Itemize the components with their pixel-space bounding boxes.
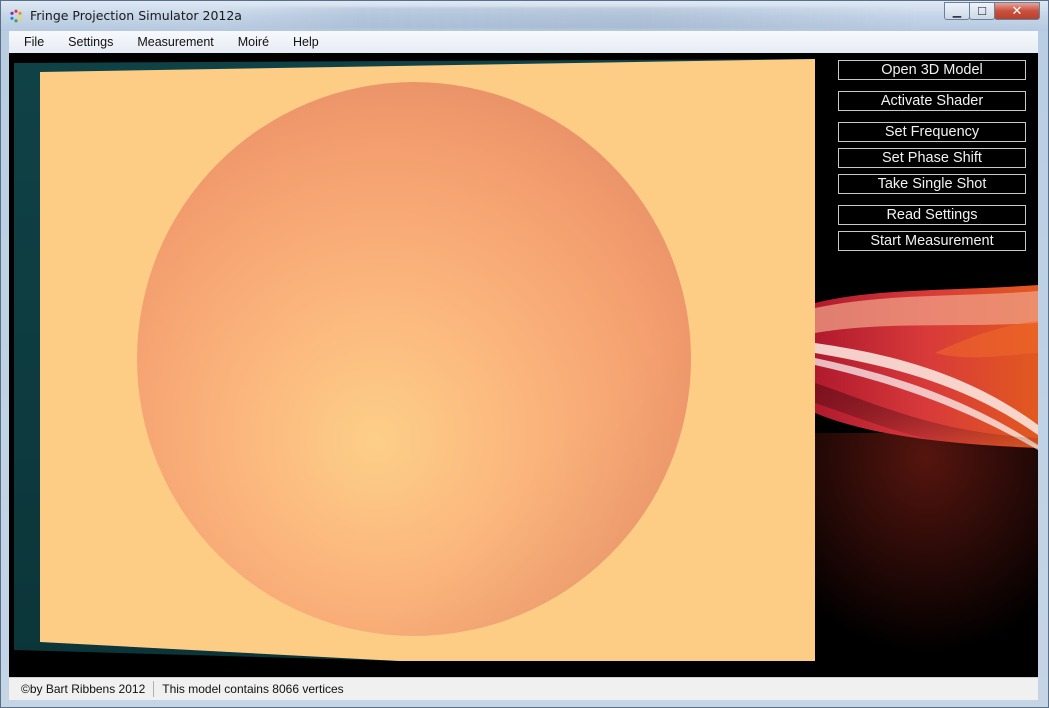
- maximize-button[interactable]: ☐: [969, 2, 995, 20]
- open-3d-model-button[interactable]: Open 3D Model: [838, 60, 1026, 80]
- menu-file[interactable]: File: [15, 32, 53, 52]
- decorative-swoosh: [815, 53, 1038, 677]
- take-single-shot-button[interactable]: Take Single Shot: [838, 174, 1026, 194]
- gear-icon: [10, 9, 22, 23]
- status-vertex-count: This model contains 8066 vertices: [162, 682, 344, 696]
- close-button[interactable]: ✕: [994, 2, 1040, 20]
- close-icon: ✕: [1011, 3, 1023, 19]
- status-copyright: ©by Bart Ribbens 2012: [9, 681, 155, 697]
- maximize-icon: ☐: [977, 4, 987, 18]
- menu-moire[interactable]: Moiré: [229, 32, 278, 52]
- status-bar: ©by Bart Ribbens 2012 This model contain…: [9, 677, 1038, 700]
- window-controls: ▁ ☐ ✕: [944, 2, 1040, 20]
- background-blur: [221, 7, 921, 29]
- menu-measurement[interactable]: Measurement: [128, 32, 222, 52]
- start-measurement-button[interactable]: Start Measurement: [838, 231, 1026, 251]
- control-panel: Open 3D Model Activate Shader Set Freque…: [815, 53, 1038, 677]
- set-phase-shift-button[interactable]: Set Phase Shift: [838, 148, 1026, 168]
- activate-shader-button[interactable]: Activate Shader: [838, 91, 1026, 111]
- set-frequency-button[interactable]: Set Frequency: [838, 122, 1026, 142]
- minimize-icon: ▁: [952, 4, 962, 18]
- main-area: Open 3D Model Activate Shader Set Freque…: [9, 53, 1038, 677]
- window-title: Fringe Projection Simulator 2012a: [30, 8, 242, 23]
- read-settings-button[interactable]: Read Settings: [838, 205, 1026, 225]
- rendered-scene: [14, 59, 815, 661]
- menu-help[interactable]: Help: [284, 32, 328, 52]
- 3d-viewport[interactable]: [14, 59, 815, 661]
- minimize-button[interactable]: ▁: [944, 2, 970, 20]
- app-window: Fringe Projection Simulator 2012a ▁ ☐ ✕ …: [0, 0, 1049, 708]
- title-bar[interactable]: Fringe Projection Simulator 2012a ▁ ☐ ✕: [1, 1, 1048, 31]
- menu-bar: File Settings Measurement Moiré Help: [9, 31, 1038, 53]
- menu-settings[interactable]: Settings: [59, 32, 122, 52]
